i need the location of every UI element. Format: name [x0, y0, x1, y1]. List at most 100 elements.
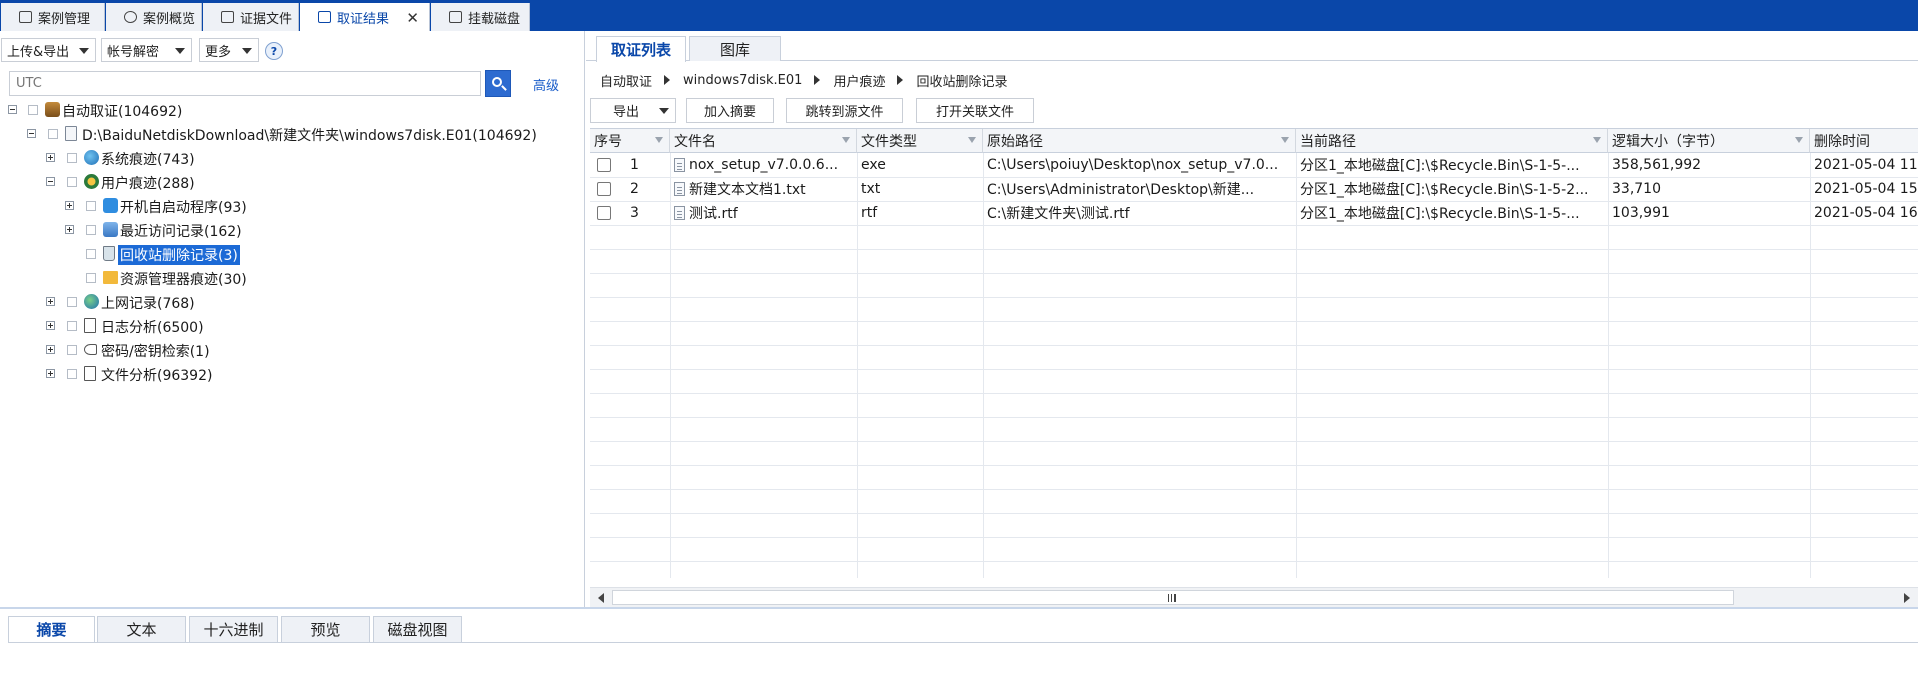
cell-type: rtf: [861, 205, 878, 221]
column-header-logical-size[interactable]: 逻辑大小（字节）: [1608, 129, 1810, 153]
tree-node-web-history[interactable]: 上网记录(768): [0, 291, 585, 313]
cell-no: 3: [630, 205, 639, 221]
tree-node-user-trace[interactable]: 用户痕迹(288): [0, 171, 585, 193]
row-checkbox[interactable]: [597, 182, 611, 196]
expand-icon[interactable]: [46, 297, 55, 306]
cell-current-path: 分区1_本地磁盘[C]:\$Recycle.Bin\S-1-5-...: [1300, 206, 1580, 222]
tab-summary[interactable]: 摘要: [8, 616, 95, 642]
column-header-current-path[interactable]: 当前路径: [1296, 129, 1608, 153]
tab-case-overview[interactable]: 案例概览: [106, 3, 202, 31]
row-checkbox[interactable]: [597, 158, 611, 172]
column-header-original-path[interactable]: 原始路径: [983, 129, 1296, 153]
column-header-no[interactable]: 序号: [590, 129, 670, 153]
search-button[interactable]: [485, 70, 511, 97]
account-decrypt-dropdown[interactable]: 帐号解密: [101, 38, 192, 62]
collapse-icon[interactable]: [27, 129, 36, 138]
tree-checkbox[interactable]: [86, 273, 96, 283]
tab-disk-view[interactable]: 磁盘视图: [373, 616, 462, 642]
chevron-down-icon: [79, 48, 89, 54]
tree-checkbox[interactable]: [86, 249, 96, 259]
open-related-file-button[interactable]: 打开关联文件: [916, 98, 1034, 123]
tab-forensic-results[interactable]: 取证结果 ✕: [300, 3, 430, 31]
tree-label: 开机自启动程序(93): [120, 200, 247, 216]
disk-image-icon: [65, 126, 77, 141]
tree-node-recycle-bin[interactable]: 回收站删除记录(3): [0, 243, 585, 265]
detail-panel: 摘要 文本 十六进制 预览 磁盘视图: [0, 607, 1918, 691]
tree-checkbox[interactable]: [48, 129, 58, 139]
tree-node-auto-forensics[interactable]: 自动取证(104692): [0, 99, 585, 121]
horizontal-scrollbar[interactable]: [590, 587, 1918, 607]
expand-icon[interactable]: [65, 225, 74, 234]
add-summary-button[interactable]: 加入摘要: [686, 98, 774, 123]
expand-icon[interactable]: [65, 201, 74, 210]
cell-delete-time: 2021-05-04 15:: [1814, 181, 1918, 197]
tree-checkbox[interactable]: [28, 105, 38, 115]
filter-icon[interactable]: [1281, 137, 1289, 143]
scrollbar-thumb[interactable]: [612, 590, 1734, 605]
collapse-icon[interactable]: [46, 177, 55, 186]
tree-checkbox[interactable]: [67, 369, 77, 379]
search-input[interactable]: [9, 71, 481, 96]
cell-current-path: 分区1_本地磁盘[C]:\$Recycle.Bin\S-1-5-2...: [1300, 182, 1589, 198]
row-checkbox[interactable]: [597, 206, 611, 220]
tree-node-disk-image[interactable]: D:\BaiduNetdiskDownload\新建文件夹\windows7di…: [0, 123, 585, 145]
tab-evidence-files[interactable]: 证据文件: [203, 3, 299, 31]
filter-icon[interactable]: [1795, 137, 1803, 143]
filter-icon[interactable]: [968, 137, 976, 143]
tree-label: 最近访问记录(162): [120, 224, 242, 240]
more-dropdown[interactable]: 更多: [199, 38, 259, 62]
column-header-filename[interactable]: 文件名: [670, 129, 857, 153]
startup-icon: [103, 198, 118, 213]
column-header-filetype[interactable]: 文件类型: [857, 129, 983, 153]
export-dropdown[interactable]: 导出: [590, 98, 676, 123]
tree-label: 文件分析(96392): [101, 368, 213, 384]
tree-node-explorer-trace[interactable]: 资源管理器痕迹(30): [0, 267, 585, 289]
collapse-icon[interactable]: [8, 105, 17, 114]
filter-icon[interactable]: [655, 137, 663, 143]
advanced-search-link[interactable]: 高级: [533, 75, 559, 94]
expand-icon[interactable]: [46, 345, 55, 354]
breadcrumb-item[interactable]: 自动取证: [600, 71, 652, 90]
expand-icon[interactable]: [46, 321, 55, 330]
tab-mount-disk[interactable]: 挂载磁盘: [431, 3, 530, 31]
tree-node-log-analysis[interactable]: 日志分析(6500): [0, 315, 585, 337]
filter-icon[interactable]: [1593, 137, 1601, 143]
cell-size: 103,991: [1612, 205, 1670, 221]
tab-gallery[interactable]: 图库: [689, 36, 781, 61]
tree-checkbox[interactable]: [67, 297, 77, 307]
tree-checkbox[interactable]: [67, 153, 77, 163]
tree-checkbox[interactable]: [86, 201, 96, 211]
help-icon[interactable]: ?: [265, 42, 283, 60]
breadcrumb-item[interactable]: windows7disk.E01: [683, 73, 802, 88]
cell-size: 33,710: [1612, 181, 1661, 197]
column-header-delete-time[interactable]: 删除时间: [1810, 129, 1918, 153]
account-decrypt-label: 帐号解密: [107, 44, 160, 60]
jump-to-source-button[interactable]: 跳转到源文件: [786, 98, 903, 123]
cell-original-path: C:\Users\Administrator\Desktop\新建...: [987, 182, 1255, 198]
breadcrumb-item[interactable]: 用户痕迹: [833, 71, 885, 90]
filter-icon[interactable]: [842, 137, 850, 143]
tree-node-file-analysis[interactable]: 文件分析(96392): [0, 363, 585, 385]
upload-export-dropdown[interactable]: 上传&导出: [1, 38, 96, 62]
tree-checkbox[interactable]: [86, 225, 96, 235]
scroll-left-icon[interactable]: [598, 593, 604, 603]
tree-checkbox[interactable]: [67, 345, 77, 355]
tree-label: D:\BaiduNetdiskDownload\新建文件夹\windows7di…: [82, 128, 537, 144]
tab-text[interactable]: 文本: [97, 616, 186, 642]
tree-node-password-search[interactable]: 密码/密钥检索(1): [0, 339, 585, 361]
tab-evidence-list[interactable]: 取证列表: [596, 36, 686, 62]
tree-node-system-trace[interactable]: 系统痕迹(743): [0, 147, 585, 169]
tab-hex[interactable]: 十六进制: [189, 616, 278, 642]
tree-node-recent[interactable]: 最近访问记录(162): [0, 219, 585, 241]
expand-icon[interactable]: [46, 369, 55, 378]
scroll-right-icon[interactable]: [1904, 593, 1910, 603]
close-icon[interactable]: ✕: [406, 9, 419, 27]
tree-node-startup[interactable]: 开机自启动程序(93): [0, 195, 585, 217]
tree-checkbox[interactable]: [67, 177, 77, 187]
tree-checkbox[interactable]: [67, 321, 77, 331]
cell-current-path: 分区1_本地磁盘[C]:\$Recycle.Bin\S-1-5-...: [1300, 158, 1580, 174]
expand-icon[interactable]: [46, 153, 55, 162]
tab-preview[interactable]: 预览: [281, 616, 370, 642]
tab-case-management[interactable]: 案例管理: [1, 3, 105, 31]
breadcrumb-item[interactable]: 回收站删除记录: [916, 71, 1007, 90]
